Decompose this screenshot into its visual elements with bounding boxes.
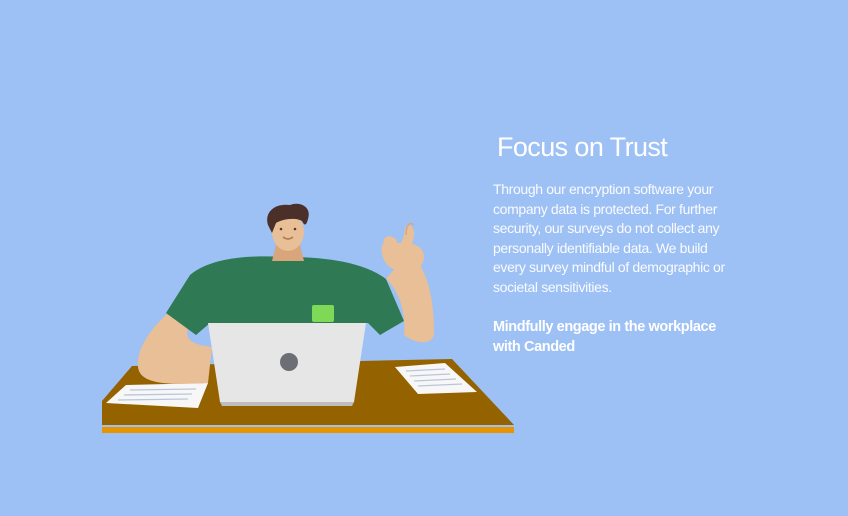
section-tagline: Mindfully engage in the workplace with C… [493,319,716,355]
laptop [208,323,366,406]
head [267,203,309,251]
section-title: Focus on Trust [497,132,668,162]
thumbs-up-hand [381,222,424,272]
section-body: Through our encryption software your com… [493,181,725,295]
person-laptop-illustration [102,203,514,433]
trust-section: Focus on Trust Through our encryption so… [0,0,848,516]
shirt-pocket [312,305,334,322]
laptop-logo [280,353,298,371]
trust-content: Focus on Trust Through our encryption so… [493,130,743,357]
